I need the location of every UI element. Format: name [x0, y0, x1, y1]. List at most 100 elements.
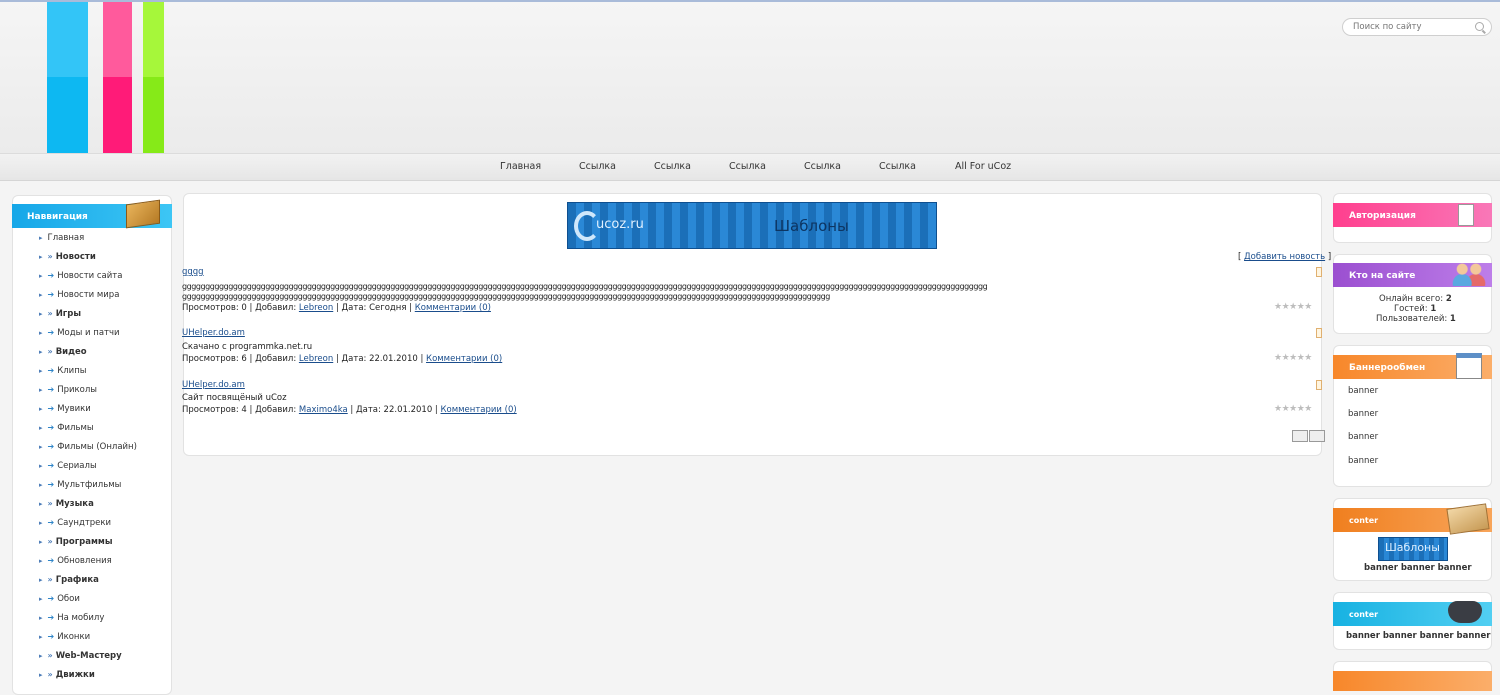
top-navigation: Главная Ссылка Ссылка Ссылка Ссылка Ссыл…	[0, 153, 1500, 181]
partial-panel-header	[1333, 671, 1492, 691]
post-author-link[interactable]: Lebreon	[299, 354, 333, 364]
post-title[interactable]: UHelper.do.am	[182, 380, 245, 390]
post-body-line: gggggggggggggggggggggggggggggggggggggggg…	[182, 292, 830, 301]
navigation-header: Наввигация	[12, 199, 172, 229]
post-title[interactable]: gggg	[182, 267, 204, 277]
banner-exchange-title: Баннерообмен	[1349, 363, 1426, 373]
sidebar-item[interactable]: ▸ ➔ Фильмы	[39, 423, 94, 433]
double-arrow-icon: »	[47, 537, 53, 546]
arrow-icon: ▸	[39, 595, 43, 603]
sidebar-item[interactable]: ▸ » Web-Мастеру	[39, 651, 122, 661]
banner-item[interactable]: banner	[1348, 456, 1378, 466]
sidebar-item-label: Игры	[55, 309, 82, 319]
sidebar-item-label: Сериалы	[57, 461, 97, 471]
nav-link-3[interactable]: Ссылка	[729, 161, 766, 172]
partial-panel	[1333, 661, 1492, 691]
bullet-arrow-icon: ➔	[47, 423, 55, 432]
sidebar-item[interactable]: ▸ ➔ Новости мира	[39, 290, 119, 300]
sidebar-item[interactable]: ▸ » Программы	[39, 537, 113, 547]
conter-panel-1: conter Шаблоны banner banner banner	[1333, 498, 1492, 581]
sidebar-item-label: Фильмы	[57, 423, 94, 433]
add-news-link[interactable]: Добавить новость	[1244, 252, 1325, 262]
sidebar-item[interactable]: ▸ » Музыка	[39, 499, 94, 509]
sidebar-item-label: Обновления	[57, 556, 112, 566]
banner-item[interactable]: banner	[1348, 409, 1378, 419]
conter-text-1: banner banner banner	[1364, 563, 1472, 573]
search-icon[interactable]	[1475, 22, 1484, 31]
post-comments-link[interactable]: Комментарии (0)	[426, 354, 502, 364]
sidebar-item[interactable]: ▸ Главная	[39, 233, 84, 243]
sidebar-item[interactable]: ▸ ➔ На мобилу	[39, 613, 104, 623]
conter-title-2: conter	[1349, 610, 1379, 619]
sidebar-item-label: Клипы	[57, 366, 87, 376]
sidebar-item[interactable]: ▸ » Движки	[39, 670, 95, 680]
post-author-link[interactable]: Maximo4ka	[299, 405, 348, 415]
sidebar-item[interactable]: ▸ » Игры	[39, 309, 81, 319]
nav-home[interactable]: Главная	[500, 161, 541, 172]
double-arrow-icon: »	[47, 347, 53, 356]
rating-stars[interactable]: ★★★★★	[1274, 302, 1312, 312]
rating-stars[interactable]: ★★★★★	[1274, 404, 1312, 414]
sidebar-item[interactable]: ▸ ➔ Моды и патчи	[39, 328, 120, 338]
sidebar-item[interactable]: ▸ ➔ Обои	[39, 594, 80, 604]
post-views: Просмотров: 4 | Добавил:	[182, 405, 299, 415]
sidebar-item-label: Новости мира	[57, 290, 120, 300]
sidebar-item[interactable]: ▸ ➔ Саундтреки	[39, 518, 111, 528]
sidebar-item-label: Движки	[55, 670, 95, 680]
post-author-link[interactable]: Lebreon	[299, 303, 333, 313]
list-view-icon[interactable]	[1309, 430, 1325, 442]
sidebar-item[interactable]: ▸ ➔ Клипы	[39, 366, 86, 376]
edit-icon[interactable]	[1316, 380, 1322, 390]
sidebar-item[interactable]: ▸ » Графика	[39, 575, 99, 585]
sidebar-item[interactable]: ▸ ➔ Обновления	[39, 556, 112, 566]
ucoz-templates-banner[interactable]: ucoz.ru Шаблоны	[567, 202, 937, 249]
rss-icon[interactable]	[1292, 430, 1308, 442]
sidebar-item-label: Видео	[55, 347, 87, 357]
bullet-arrow-icon: ➔	[47, 632, 55, 641]
edit-icon[interactable]	[1316, 267, 1322, 277]
edit-icon[interactable]	[1316, 328, 1322, 338]
post-comments-link[interactable]: Комментарии (0)	[441, 405, 517, 415]
bullet-arrow-icon: ➔	[47, 366, 55, 375]
double-arrow-icon: »	[47, 252, 53, 261]
sidebar-item[interactable]: ▸ ➔ Мувики	[39, 404, 91, 414]
arrow-icon: ▸	[39, 348, 43, 356]
arrow-icon: ▸	[39, 253, 43, 261]
sidebar-item[interactable]: ▸ ➔ Иконки	[39, 632, 90, 642]
sidebar-item[interactable]: ▸ ➔ Приколы	[39, 385, 97, 395]
sidebar-item[interactable]: ▸ ➔ Мультфильмы	[39, 480, 121, 490]
sidebar-item-label: Новости	[55, 252, 96, 262]
arrow-icon: ▸	[39, 538, 43, 546]
arrow-icon: ▸	[39, 462, 43, 470]
sidebar-item[interactable]: ▸ » Новости	[39, 252, 96, 262]
bullet-arrow-icon: ➔	[47, 556, 55, 565]
templates-mini-banner[interactable]: Шаблоны	[1378, 537, 1448, 561]
search-box[interactable]	[1342, 18, 1492, 36]
post-title[interactable]: UHelper.do.am	[182, 328, 245, 338]
add-news-wrapper: [ Добавить новость ]	[1238, 252, 1331, 262]
conter-header-1: conter	[1333, 503, 1492, 535]
nav-link-1[interactable]: Ссылка	[579, 161, 616, 172]
bullet-arrow-icon: ➔	[47, 594, 55, 603]
sidebar-item[interactable]: ▸ ➔ Новости сайта	[39, 271, 122, 281]
sidebar-item[interactable]: ▸ ➔ Сериалы	[39, 461, 97, 471]
banner-item[interactable]: banner	[1348, 432, 1378, 442]
arrow-icon: ▸	[39, 633, 43, 641]
post-comments-link[interactable]: Комментарии (0)	[415, 303, 491, 313]
banner-item[interactable]: banner	[1348, 386, 1378, 396]
sidebar-item[interactable]: ▸ » Видео	[39, 347, 87, 357]
arrow-icon: ▸	[39, 329, 43, 337]
online-total: Онлайн всего: 2	[1379, 294, 1452, 304]
users-icon	[1452, 260, 1486, 286]
sidebar-item[interactable]: ▸ ➔ Фильмы (Онлайн)	[39, 442, 137, 452]
sidebar-item-label: Моды и патчи	[57, 328, 120, 338]
nav-link-4[interactable]: Ссылка	[804, 161, 841, 172]
nav-link-5[interactable]: Ссылка	[879, 161, 916, 172]
conter-header-2: conter	[1333, 601, 1492, 626]
banner-exchange-panel: Баннерообмен banner banner banner banner	[1333, 345, 1492, 487]
search-input[interactable]	[1353, 22, 1473, 32]
nav-link-2[interactable]: Ссылка	[654, 161, 691, 172]
rating-stars[interactable]: ★★★★★	[1274, 353, 1312, 363]
nav-all-for-ucoz[interactable]: All For uCoz	[955, 161, 1011, 172]
double-arrow-icon: »	[47, 309, 53, 318]
